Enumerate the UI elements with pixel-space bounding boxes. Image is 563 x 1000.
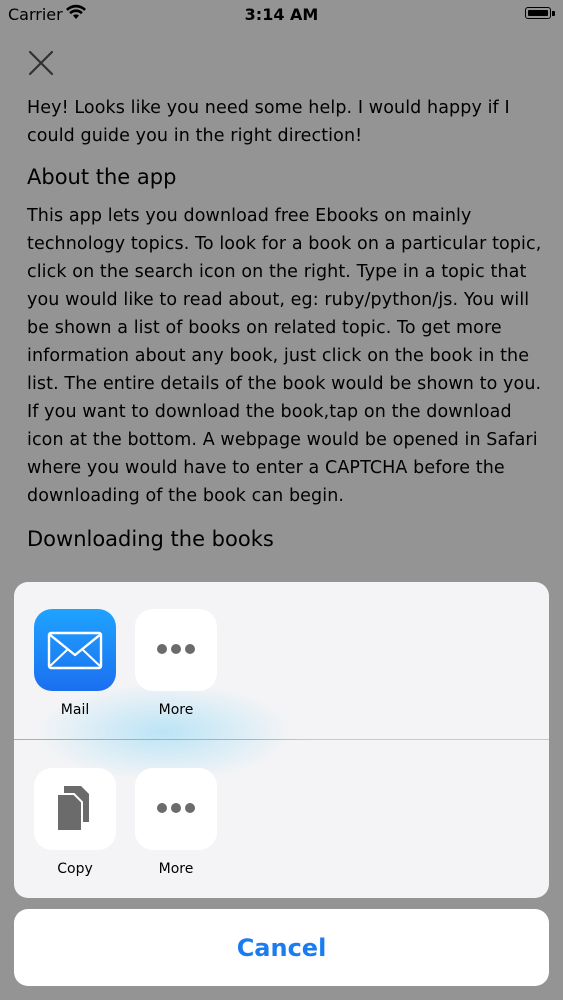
action-item-more-label: More <box>158 861 194 877</box>
more-dots-glyph <box>157 644 195 654</box>
action-row: Copy More <box>14 740 549 898</box>
share-sheet: Mail More Copy More <box>14 582 549 898</box>
mail-icon[interactable] <box>34 609 116 691</box>
copy-icon[interactable] <box>34 768 116 850</box>
more-icon[interactable] <box>135 768 217 850</box>
more-dots-glyph <box>157 803 195 813</box>
action-item-more[interactable]: More <box>135 768 217 877</box>
share-item-more[interactable]: More <box>135 609 217 718</box>
share-item-more-label: More <box>158 702 194 718</box>
share-item-mail[interactable]: Mail <box>34 609 116 718</box>
action-item-copy-label: Copy <box>57 861 93 877</box>
action-item-copy[interactable]: Copy <box>34 768 116 877</box>
share-item-mail-label: Mail <box>60 702 90 718</box>
cancel-button[interactable]: Cancel <box>14 909 549 986</box>
copy-pages-glyph <box>56 786 89 832</box>
share-row: Mail More <box>14 582 549 740</box>
more-icon[interactable] <box>135 609 217 691</box>
mail-envelope-glyph <box>47 631 103 670</box>
